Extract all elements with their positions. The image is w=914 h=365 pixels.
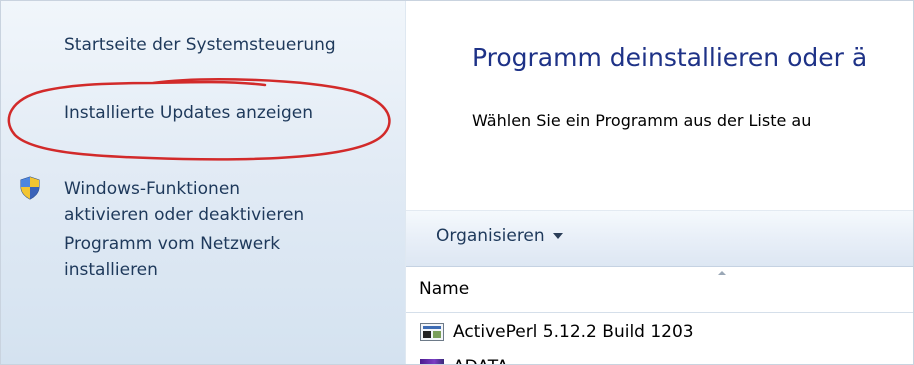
control-panel-window: Startseite der Systemsteuerung Installie… [0, 0, 914, 365]
uac-shield-icon [20, 176, 40, 200]
sidebar-item-label: installieren [64, 260, 158, 280]
list-item[interactable]: ADATA [406, 349, 913, 364]
list-item[interactable]: ActivePerl 5.12.2 Build 1203 [406, 319, 913, 347]
organize-label: Organisieren [436, 226, 545, 246]
column-header-label: Name [419, 279, 470, 299]
sidebar-item-label: Windows-Funktionen [64, 179, 241, 199]
program-icon [420, 323, 444, 341]
sidebar-item-label: Programm vom Netzwerk [64, 234, 281, 254]
page-title: Programm deinstallieren oder ä [472, 43, 868, 72]
red-annotation-circle [7, 78, 391, 161]
command-bar: Organisieren [406, 210, 913, 267]
main-content: Programm deinstallieren oder ä Wählen Si… [406, 1, 913, 364]
column-header-name[interactable]: Name [406, 267, 913, 313]
task-pane: Startseite der Systemsteuerung Installie… [1, 1, 406, 364]
program-name: ActivePerl 5.12.2 Build 1203 [453, 322, 694, 342]
sidebar-item-install-from-network[interactable]: Programm vom Netzwerk installieren [64, 231, 280, 283]
page-description: Wählen Sie ein Programm aus der Liste au [472, 111, 812, 130]
sidebar-item-label: aktivieren oder deaktivieren [64, 205, 305, 225]
program-icon [420, 359, 444, 364]
chevron-down-icon [552, 233, 563, 239]
sidebar-item-windows-features[interactable]: Windows-Funktionen aktivieren oder deakt… [64, 176, 304, 228]
organize-menu-button[interactable]: Organisieren [436, 226, 563, 246]
sidebar-item-view-installed-updates[interactable]: Installierte Updates anzeigen [64, 100, 313, 126]
program-name: ADATA [453, 357, 508, 364]
sidebar-item-control-panel-home[interactable]: Startseite der Systemsteuerung [64, 32, 336, 58]
sort-ascending-icon [718, 271, 726, 275]
